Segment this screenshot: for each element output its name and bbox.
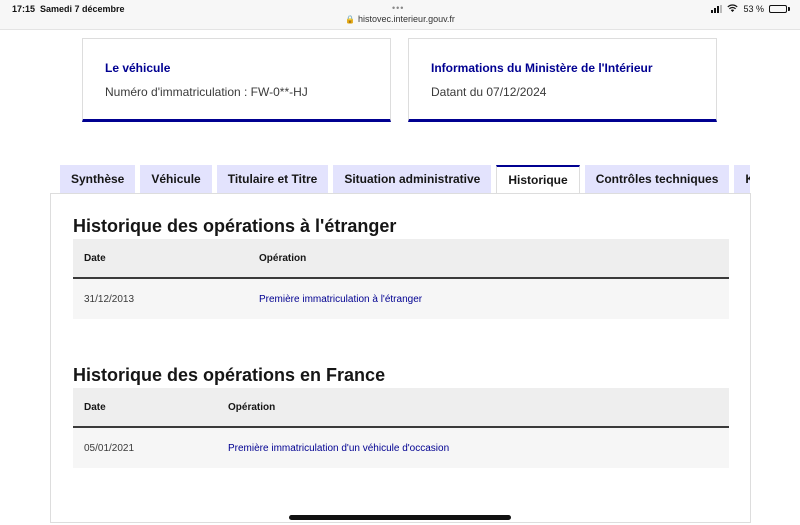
row-date: 31/12/2013 [84, 293, 135, 305]
france-history-title: Historique des opérations en France [73, 365, 386, 385]
tab-synthese[interactable]: Synthèse [60, 165, 136, 193]
vehicle-card-title: Le véhicule [105, 61, 171, 75]
column-header-date: Date [84, 401, 106, 413]
tab-titulaire[interactable]: Titulaire et Titre [216, 165, 329, 193]
table-row: 31/12/2013 Première immatriculation à l'… [73, 279, 729, 319]
vehicle-card: Le véhicule Numéro d'immatriculation : F… [82, 38, 391, 122]
history-panel: Historique des opérations à l'étranger D… [50, 193, 751, 523]
tab-bar: Synthèse Véhicule Titulaire et Titre Situat… [60, 165, 750, 193]
table-header: Date Opération [73, 239, 729, 279]
france-history-table: Date Opération 05/01/2021 Première immat… [73, 388, 729, 468]
data-date: Datant du 07/12/2024 [431, 85, 547, 99]
ministry-card-title: Informations du Ministère de l'Intérieur [431, 61, 653, 75]
status-indicators: 53 % [711, 4, 790, 14]
battery-icon [769, 5, 790, 13]
column-header-operation: Opération [259, 252, 307, 264]
tab-controles-techniques[interactable]: Contrôles techniques [584, 165, 730, 193]
address-bar[interactable]: 🔒 histovec.interieur.gouv.fr [0, 14, 800, 24]
tab-vehicule[interactable]: Véhicule [140, 165, 212, 193]
status-time: 17:15 [12, 4, 36, 14]
status-date: Samedi 7 décembre [40, 4, 125, 14]
foreign-history-table: Date Opération 31/12/2013 Première immat… [73, 239, 729, 319]
address-url: histovec.interieur.gouv.fr [358, 14, 455, 24]
battery-percent: 53 % [743, 4, 764, 14]
foreign-history-title: Historique des opérations à l'étranger [73, 216, 397, 236]
status-bar: 17:15 Samedi 7 décembre ••• 🔒 histovec.in… [0, 0, 800, 30]
table-row: 05/01/2021 Première immatriculation d'un… [73, 428, 729, 468]
home-indicator[interactable] [289, 515, 511, 520]
cellular-signal-icon [711, 5, 723, 13]
registration-number: Numéro d'immatriculation : FW-0**-HJ [105, 85, 308, 99]
tab-situation-administrative[interactable]: Situation administrative [333, 165, 492, 193]
table-header: Date Opération [73, 388, 729, 428]
more-dots-icon[interactable]: ••• [392, 3, 404, 13]
wifi-icon [727, 4, 739, 14]
tab-historique[interactable]: Historique [496, 165, 580, 193]
tab-kilometrage[interactable]: Kilométrage [734, 165, 750, 193]
lock-icon: 🔒 [345, 15, 356, 24]
row-operation: Première immatriculation à l'étranger [259, 293, 423, 305]
column-header-date: Date [84, 252, 106, 264]
row-date: 05/01/2021 [84, 442, 135, 454]
ministry-card: Informations du Ministère de l'Intérieur… [408, 38, 717, 122]
row-operation: Première immatriculation d'un véhicule d… [228, 442, 450, 454]
column-header-operation: Opération [228, 401, 276, 413]
